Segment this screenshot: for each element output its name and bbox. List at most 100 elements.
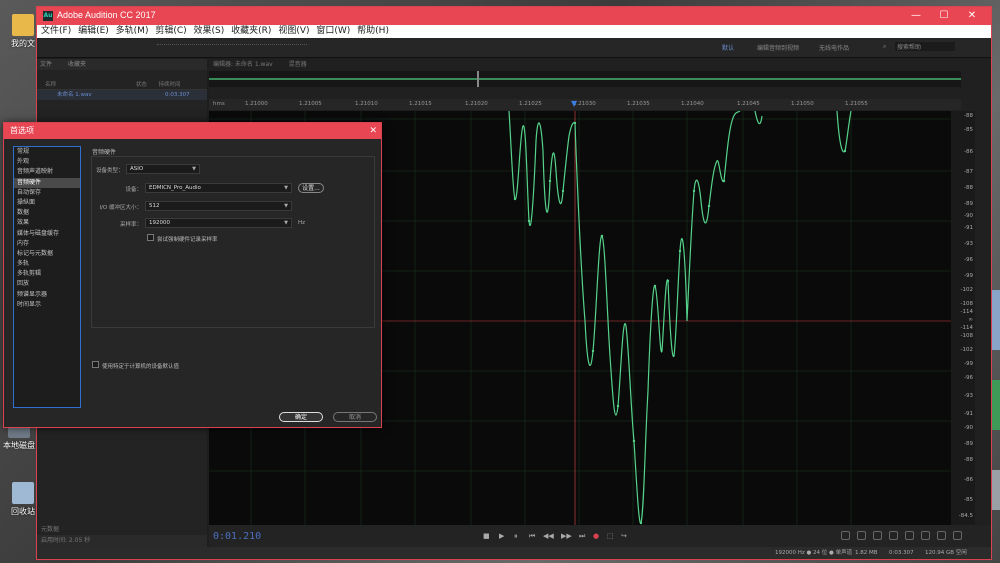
zoom-in-amplitude-icon[interactable]: [841, 531, 850, 540]
zoom-selection-icon[interactable]: [921, 531, 930, 540]
category-multitrack[interactable]: 多轨: [14, 259, 80, 269]
file-row[interactable]: 未命名 1.wav 0:03.307: [37, 90, 207, 100]
workspace-default[interactable]: 默认: [722, 43, 734, 52]
category-multitrack-clips[interactable]: 多轨剪辑: [14, 269, 80, 279]
category-effects[interactable]: 效果: [14, 218, 80, 228]
overview-playhead[interactable]: [477, 71, 479, 87]
sample-rate-unit: Hz: [298, 220, 306, 226]
status-size: 1.82 MB: [855, 550, 878, 556]
device-label: 设备：: [125, 187, 142, 193]
status-duration: 0:03.307: [889, 550, 914, 556]
menu-bar: 文件(F) 编辑(E) 多轨(M) 剪辑(C) 效果(S) 收藏夹(R) 视图(…: [37, 25, 991, 38]
sample-rate-value: 192000: [149, 220, 170, 226]
group-title: 音频硬件: [92, 149, 117, 156]
tab-mixer[interactable]: 混音器: [289, 61, 307, 68]
category-markers-metadata[interactable]: 标记与元数据: [14, 249, 80, 259]
cancel-button[interactable]: 取消: [333, 412, 377, 422]
folder-icon: [12, 14, 34, 36]
menu-window[interactable]: 窗口(W): [316, 25, 350, 38]
force-sample-rate-checkbox[interactable]: [147, 234, 154, 241]
zoom-out-amplitude-icon[interactable]: [857, 531, 866, 540]
metadata-label: 元数据: [41, 526, 60, 533]
tab-editor[interactable]: 编辑器: 未命名 1.wav: [213, 61, 273, 68]
menu-edit[interactable]: 编辑(E): [78, 25, 109, 38]
background-window-strip: [992, 380, 1000, 430]
current-time-display[interactable]: 0:01.210: [213, 531, 261, 542]
category-general[interactable]: 常规: [14, 147, 80, 157]
zoom-in-time-icon[interactable]: [873, 531, 882, 540]
menu-multitrack[interactable]: 多轨(M): [116, 25, 149, 38]
tool-icons-group[interactable]: [157, 44, 307, 52]
maximize-button[interactable]: ☐: [931, 7, 957, 25]
category-appearance[interactable]: 外观: [14, 157, 80, 167]
category-media-cache[interactable]: 媒体与磁盘缓存: [14, 229, 80, 239]
menu-file[interactable]: 文件(F): [41, 25, 71, 38]
db-label: -99: [964, 361, 973, 367]
window-title: Adobe Audition CC 2017: [57, 10, 156, 20]
workspace-edit-audio-video[interactable]: 编辑音频到视频: [757, 43, 799, 52]
zoom-out-point-icon[interactable]: [953, 531, 962, 540]
menu-help[interactable]: 帮助(H): [357, 25, 389, 38]
launch-time-status: 启用时间: 2.05 秒: [37, 535, 207, 547]
search-icon[interactable]: ⌕: [883, 43, 886, 51]
rewind-button[interactable]: ◀◀: [543, 532, 554, 540]
file-duration: 0:03.307: [165, 92, 190, 98]
menu-clip[interactable]: 剪辑(C): [155, 25, 186, 38]
menu-favorites[interactable]: 收藏夹(R): [231, 25, 271, 38]
pause-button[interactable]: ⏸: [514, 532, 518, 541]
play-button[interactable]: ▶: [499, 532, 504, 540]
buffer-size-select[interactable]: 512 ▼: [145, 201, 292, 211]
category-time-display[interactable]: 时间显示: [14, 300, 80, 310]
time-ruler[interactable]: hms 1.21000 1.21005 1.21010 1.21015 1.21…: [209, 99, 961, 110]
use-system-default-label: 使用特定于计算机的设备默认值: [102, 364, 180, 370]
menu-view[interactable]: 视图(V): [278, 25, 309, 38]
ruler-tick: 1.21040: [681, 101, 704, 107]
zoom-in-point-icon[interactable]: [937, 531, 946, 540]
desktop-icon-recycle-bin[interactable]: 回收站: [6, 482, 40, 517]
column-status[interactable]: 状态: [136, 82, 147, 88]
stop-button[interactable]: ■: [483, 532, 490, 540]
go-to-start-button[interactable]: ⏮: [529, 532, 535, 541]
settings-button[interactable]: 设置...: [298, 183, 324, 193]
zoom-out-time-icon[interactable]: [889, 531, 898, 540]
use-system-default-checkbox[interactable]: [92, 361, 99, 368]
desktop-icon-label: 本地磁盘: [3, 441, 35, 450]
category-spectral-displays[interactable]: 频谱显示器: [14, 290, 80, 300]
category-auto-save[interactable]: 自动保存: [14, 188, 80, 198]
fast-forward-button[interactable]: ▶▶: [561, 532, 572, 540]
desktop-icon-documents[interactable]: 我的文: [6, 14, 40, 49]
category-playback[interactable]: 回放: [14, 279, 80, 289]
playhead-marker-icon[interactable]: ▼: [571, 99, 577, 108]
category-memory[interactable]: 内存: [14, 239, 80, 249]
tab-files[interactable]: 文件: [40, 61, 52, 68]
ruler-tick: 1.21010: [355, 101, 378, 107]
category-audio-channel-mapping[interactable]: 音频声道映射: [14, 167, 80, 177]
ok-button[interactable]: 确定: [279, 412, 323, 422]
skip-button[interactable]: ↪: [621, 532, 627, 540]
zoom-full-icon[interactable]: [905, 531, 914, 540]
ruler-tick: 1.21025: [519, 101, 542, 107]
column-duration[interactable]: 持续时间: [159, 82, 181, 88]
column-name[interactable]: 名称: [45, 82, 56, 88]
category-data[interactable]: 数据: [14, 208, 80, 218]
amplitude-scale[interactable]: -88 -85 -86 -87 -88 -89 -90 -91 -93 -96 …: [951, 111, 975, 525]
waveform-overview[interactable]: [209, 71, 961, 87]
close-button[interactable]: ✕: [959, 7, 985, 25]
minimize-button[interactable]: —: [903, 7, 929, 25]
go-to-end-button[interactable]: ⏭: [579, 532, 585, 541]
workspace-radio[interactable]: 无线电作品: [819, 43, 849, 52]
tab-favorites[interactable]: 收藏夹: [68, 61, 86, 68]
files-table-header: 名称 状态 持续时间: [37, 80, 207, 90]
menu-effects[interactable]: 效果(S): [194, 25, 225, 38]
preferences-category-list: 常规 外观 音频声道映射 音频硬件 自动保存 操纵面 数据 效果 媒体与磁盘缓存…: [13, 146, 81, 408]
loop-button[interactable]: ⬚: [607, 532, 614, 540]
category-control-surface[interactable]: 操纵面: [14, 198, 80, 208]
search-help-input[interactable]: 搜索帮助: [895, 42, 955, 51]
category-audio-hardware[interactable]: 音频硬件: [14, 177, 80, 188]
dialog-close-icon[interactable]: ✕: [369, 123, 377, 139]
db-label: -102: [960, 347, 973, 353]
desktop-icon-local-disk[interactable]: 本地磁盘: [2, 424, 36, 451]
sample-rate-select[interactable]: 192000 ▼: [145, 218, 292, 228]
record-button[interactable]: ●: [593, 532, 599, 540]
device-select[interactable]: EDMICN_Pro_Audio ▼: [145, 183, 292, 193]
